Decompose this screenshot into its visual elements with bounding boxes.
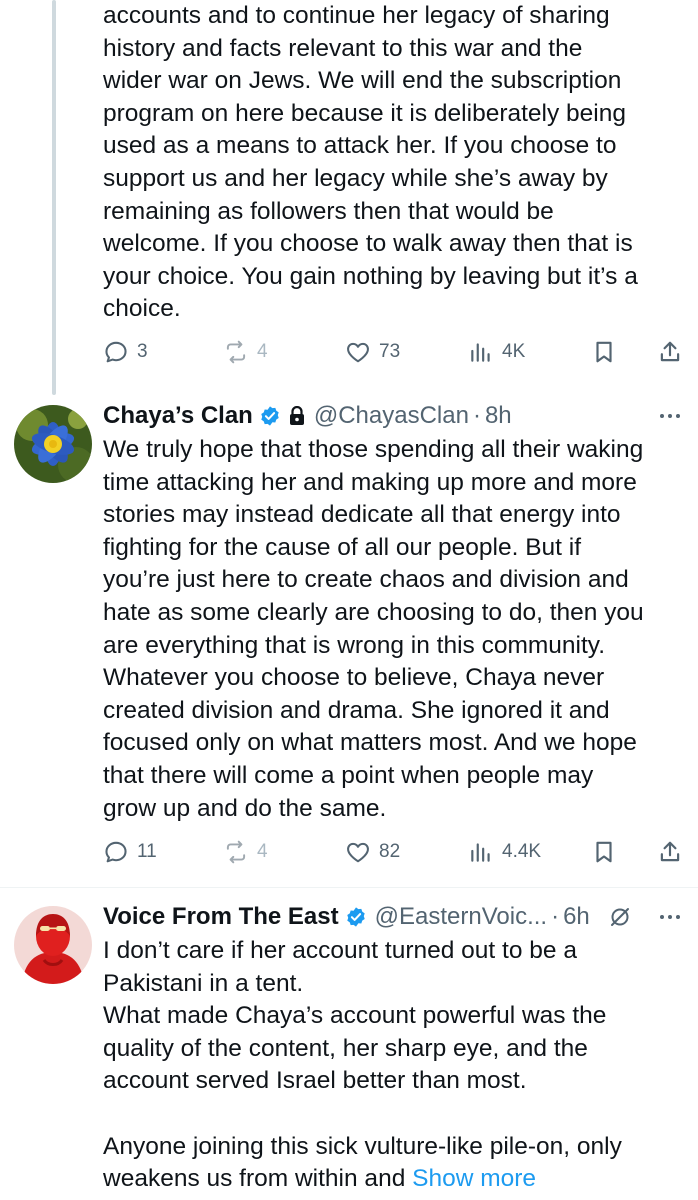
share-icon [660, 341, 680, 362]
tweet-text-line: history and facts relevant to this war a… [103, 34, 583, 62]
share-icon [660, 841, 680, 862]
bookmark-button[interactable] [591, 337, 617, 367]
like-icon [347, 842, 369, 863]
tweet-text-line: choice. [103, 295, 181, 323]
like-button[interactable]: 73 [345, 337, 400, 367]
author-handle[interactable]: @ChayasClan [314, 401, 469, 431]
tweet-text-line: quality of the content, her sharp eye, a… [103, 1034, 588, 1062]
tweet-1-text: accounts and to continue her legacy of s… [103, 0, 688, 326]
lock-icon [289, 406, 304, 425]
separator-dot: · [551, 903, 560, 930]
separator-dot: · [472, 402, 481, 429]
retweet-icon [226, 340, 246, 364]
tweet-text-line: welcome. If you choose to walk away then… [103, 230, 633, 258]
more-icon[interactable] [656, 404, 684, 428]
views-button[interactable]: 4K [468, 337, 525, 367]
reply-icon [105, 341, 127, 363]
reply-icon [105, 841, 127, 863]
share-button[interactable] [657, 837, 683, 867]
like-count: 82 [379, 841, 401, 862]
timestamp[interactable]: 6h [563, 902, 590, 932]
tweet-text-line: your choice. You gain nothing by leaving… [103, 262, 638, 290]
bookmark-icon [596, 341, 612, 363]
thread-line [52, 0, 56, 395]
views-count: 4.4K [502, 841, 542, 862]
views-count: 4K [502, 341, 526, 362]
author-handle[interactable]: @EasternVoic... [375, 902, 547, 932]
retweet-count: 4 [257, 841, 268, 862]
share-button[interactable] [657, 337, 683, 367]
views-icon [471, 343, 490, 362]
tweet-3-text: I don’t care if her account turned out t… [103, 935, 688, 1196]
tweet-text-line: hate as some clearly are choosing to do,… [103, 598, 644, 626]
tweet-text-line: account served Israel better than most. [103, 1067, 527, 1095]
like-button[interactable]: 82 [345, 837, 400, 867]
tweet-3[interactable]: Voice From The East @EasternVoic... · 6h… [0, 888, 698, 1200]
tweet-text-line: Pakistani in a tent. [103, 969, 304, 997]
reply-count: 3 [137, 341, 148, 362]
tweet-text-line: I don’t care if her account turned out t… [103, 937, 577, 964]
tweet-2-actions: 11 4 82 4.4K [103, 837, 685, 867]
tweet-text-line: used as a means to attack her. If you ch… [103, 132, 617, 160]
reply-button[interactable]: 11 [103, 837, 157, 867]
tweet-text-line: stories may instead dedicate all that en… [103, 501, 621, 529]
avatar[interactable] [14, 405, 92, 483]
author-name[interactable]: Chaya’s Clan [103, 401, 253, 431]
tweet-text-line: that there will come a point when people… [103, 761, 594, 789]
tweet-2-text: We truly hope that those spending all th… [103, 434, 688, 825]
tweet-text-line: program on here because it is deliberate… [103, 99, 626, 127]
tweet-1[interactable]: accounts and to continue her legacy of s… [0, 0, 698, 395]
tweet-blank-line [103, 1098, 688, 1131]
verified-badge-icon [346, 907, 365, 927]
bookmark-icon [596, 841, 612, 863]
tweet-text-line: What made Chaya’s account powerful was t… [103, 1002, 607, 1030]
tweet-text-line: created division and drama. She ignored … [103, 696, 610, 724]
bookmark-button[interactable] [591, 837, 617, 867]
verified-badge-icon [261, 406, 279, 426]
tweet-text-line: you’re just here to create chaos and div… [103, 566, 629, 594]
retweet-count: 4 [257, 341, 268, 362]
like-icon [347, 342, 369, 363]
tweet-text-line: grow up and do the same. [103, 794, 387, 822]
retweet-icon [226, 840, 246, 864]
tweet-text-line: remaining as followers then that would b… [103, 197, 554, 225]
timestamp[interactable]: 8h [485, 401, 512, 431]
show-more-link[interactable]: Show more [412, 1165, 536, 1192]
tweet-last-line: weakens us from within and Show more [103, 1163, 688, 1196]
tweet-text-line: Anyone joining this sick vulture-like pi… [103, 1132, 622, 1160]
flower-avatar-image [14, 405, 92, 483]
tweet-text-fragment: weakens us from within and [103, 1165, 406, 1193]
tweet-text-line: wider war on Jews. We will end the subsc… [103, 67, 622, 95]
tweet-text-line: focused only on what matters most. And w… [103, 729, 637, 757]
avatar[interactable] [14, 906, 92, 984]
tweet-2-header: Chaya’s Clan @ChayasClan · 8h [103, 401, 512, 431]
retweet-button[interactable]: 4 [223, 837, 268, 867]
grok-icon[interactable] [608, 905, 632, 929]
tweet-text-line: We truly hope that those spending all th… [103, 436, 644, 463]
views-button[interactable]: 4.4K [468, 837, 541, 867]
tweet-text-line: support us and her legacy while she’s aw… [103, 164, 608, 192]
author-name[interactable]: Voice From The East [103, 902, 339, 932]
views-icon [471, 843, 490, 862]
retweet-button[interactable]: 4 [223, 337, 268, 367]
like-count: 73 [379, 341, 401, 362]
tweet-1-actions: 3 4 73 4K [103, 337, 685, 367]
tweet-text-line: Whatever you choose to believe, Chaya ne… [103, 664, 605, 692]
tweet-text-line: time attacking her and making up more an… [103, 468, 637, 496]
tweet-3-header: Voice From The East @EasternVoic... · 6h [103, 902, 632, 932]
tweet-text-line: are everything that is wrong in this com… [103, 631, 606, 659]
tweet-text-line: accounts and to continue her legacy of s… [103, 2, 610, 29]
red-figure-avatar-image [14, 906, 92, 984]
tweet-text-line: fighting for the cause of all our people… [103, 533, 582, 561]
reply-button[interactable]: 3 [103, 337, 148, 367]
tweet-2[interactable]: Chaya’s Clan @ChayasClan · 8h We truly h… [0, 395, 698, 887]
reply-count: 11 [137, 841, 157, 862]
more-icon[interactable] [656, 905, 684, 929]
